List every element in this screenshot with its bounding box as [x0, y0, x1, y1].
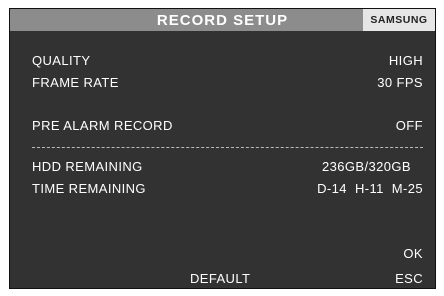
ok-button[interactable]: OK: [403, 246, 423, 261]
divider: [32, 147, 423, 148]
time-remaining-label: TIME REMAINING: [32, 181, 146, 196]
default-button[interactable]: DEFAULT: [190, 271, 250, 286]
frame-rate-row[interactable]: FRAME RATE 30 FPS: [32, 75, 423, 93]
hdd-remaining-row: HDD REMAINING 236GB/320GB: [32, 159, 423, 177]
frame-rate-label: FRAME RATE: [32, 75, 119, 90]
record-setup-screen: RECORD SETUP SAMSUNG QUALITY HIGH FRAME …: [9, 8, 436, 289]
quality-row[interactable]: QUALITY HIGH: [32, 53, 423, 71]
hdd-remaining-label: HDD REMAINING: [32, 159, 143, 174]
pre-alarm-value[interactable]: OFF: [396, 118, 423, 133]
quality-label: QUALITY: [32, 53, 91, 68]
frame-rate-value[interactable]: 30 FPS: [377, 75, 423, 90]
time-remaining-value: D-14 H-11 M-25: [317, 181, 423, 196]
title-bar: RECORD SETUP SAMSUNG: [10, 9, 435, 31]
hdd-remaining-value: 236GB/320GB: [322, 159, 411, 174]
brand-logo: SAMSUNG: [363, 9, 435, 31]
pre-alarm-label: PRE ALARM RECORD: [32, 118, 173, 133]
pre-alarm-row[interactable]: PRE ALARM RECORD OFF: [32, 118, 423, 136]
time-remaining-row: TIME REMAINING D-14 H-11 M-25: [32, 181, 423, 199]
quality-value[interactable]: HIGH: [389, 53, 423, 68]
esc-button[interactable]: ESC: [395, 271, 423, 286]
